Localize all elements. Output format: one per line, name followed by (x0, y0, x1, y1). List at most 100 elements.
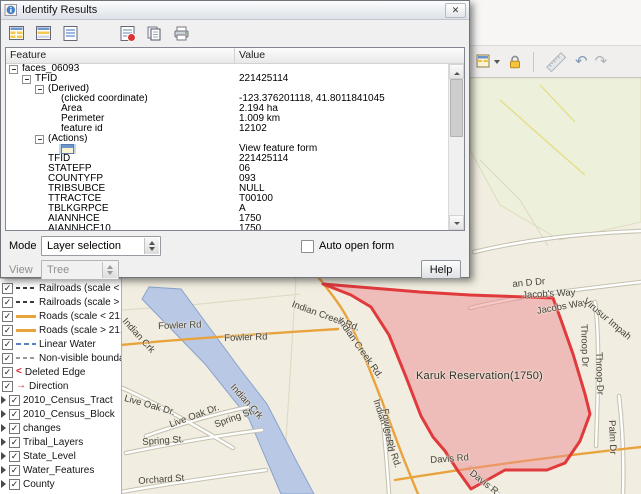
table-row[interactable]: AIANNHCE1750 (6, 214, 448, 224)
layer-checkbox[interactable]: ✓ (2, 339, 13, 350)
dialog-titlebar[interactable]: Identify Results ✕ (1, 1, 469, 20)
layer-item[interactable]: ✓Railroads (scale > 21,... (0, 295, 121, 309)
value-cell: 12102 (235, 124, 448, 134)
layer-group-item[interactable]: ✓County (0, 477, 121, 491)
expand-tree-icon[interactable] (4, 22, 28, 46)
table-row[interactable]: STATEFP06 (6, 164, 448, 174)
layer-label: Water_Features (23, 465, 94, 476)
clear-results-icon[interactable] (115, 22, 139, 46)
measure-icon[interactable] (542, 50, 570, 74)
table-row[interactable]: (clicked coordinate)-123.376201118, 41.8… (6, 94, 448, 104)
feature-text: TBLKGRPCE (48, 204, 109, 214)
combo-arrows-icon (144, 238, 159, 254)
table-row[interactable]: faces_06093 (6, 64, 448, 74)
collapse-tree-icon[interactable] (31, 22, 55, 46)
table-row[interactable]: TBLKGRPCEA (6, 204, 448, 214)
auto-open-checkbox[interactable] (301, 240, 314, 253)
layer-group-item[interactable]: ✓2010_Census_Block (0, 407, 121, 421)
table-row[interactable]: View feature form (6, 144, 448, 154)
value-cell: 1.009 km (235, 114, 448, 124)
table-row[interactable]: (Derived) (6, 84, 448, 94)
scrollbar-track[interactable] (449, 79, 464, 215)
undo-icon[interactable]: ↶ (573, 50, 590, 74)
table-row[interactable]: AIANNHCE101750 (6, 224, 448, 230)
tree-header[interactable]: Feature Value (6, 48, 464, 64)
view-select[interactable]: Tree (41, 260, 119, 280)
railroad-symbol-icon (16, 301, 36, 304)
form-action-icon[interactable] (61, 144, 74, 154)
collapse-expander-icon[interactable] (22, 75, 31, 84)
layer-group-item[interactable]: ✓Water_Features (0, 463, 121, 477)
layer-item[interactable]: ✓→Direction (0, 379, 121, 393)
collapse-expander-icon[interactable] (35, 135, 44, 144)
lock-icon[interactable] (505, 50, 525, 74)
view-label: View (9, 264, 37, 276)
scroll-down-icon[interactable] (449, 215, 464, 230)
layer-checkbox[interactable]: ✓ (2, 367, 13, 378)
dialog-toolbar (1, 20, 469, 47)
collapse-expander-icon[interactable] (35, 85, 44, 94)
expand-arrow-icon[interactable] (1, 466, 6, 474)
scroll-up-icon[interactable] (449, 64, 464, 79)
expand-arrow-icon[interactable] (1, 410, 6, 418)
print-icon[interactable] (169, 22, 193, 46)
layer-group-item[interactable]: ✓2010_Census_Tract (0, 393, 121, 407)
layer-checkbox[interactable]: ✓ (9, 479, 20, 490)
table-row[interactable]: Area2.194 ha (6, 104, 448, 114)
expand-arrow-icon[interactable] (1, 396, 6, 404)
layer-group-item[interactable]: ✓State_Level (0, 449, 121, 463)
layer-checkbox[interactable]: ✓ (2, 283, 13, 294)
scrollbar-thumb[interactable] (450, 79, 463, 137)
layer-item[interactable]: ✓Non-visible boundaries (0, 351, 121, 365)
layer-item[interactable]: ✓Linear Water (0, 337, 121, 351)
expand-arrow-icon[interactable] (1, 480, 6, 488)
deleted-edge-symbol-icon: < (16, 367, 22, 377)
mode-select[interactable]: Layer selection (41, 236, 161, 256)
redo-icon[interactable]: ↷ (593, 50, 610, 74)
collapse-expander-icon[interactable] (9, 65, 18, 74)
table-row[interactable]: Perimeter1.009 km (6, 114, 448, 124)
layer-item[interactable]: ✓Roads (scale < 21,000) (0, 309, 121, 323)
table-row[interactable]: COUNTYFP093 (6, 174, 448, 184)
table-row[interactable]: TTRACTCET00100 (6, 194, 448, 204)
layer-item[interactable]: ✓<Deleted Edge (0, 365, 121, 379)
layer-checkbox[interactable]: ✓ (2, 381, 13, 392)
layer-checkbox[interactable]: ✓ (9, 465, 20, 476)
table-row[interactable]: TRIBSUBCENULL (6, 184, 448, 194)
table-row[interactable]: feature id12102 (6, 124, 448, 134)
layer-checkbox[interactable]: ✓ (2, 297, 13, 308)
expand-arrow-icon[interactable] (1, 424, 6, 432)
layer-checkbox[interactable]: ✓ (2, 311, 13, 322)
layer-item[interactable]: ✓Railroads (scale < 21,... (0, 281, 121, 295)
identify-results-icon (4, 3, 18, 17)
layer-group-item[interactable]: ✓Tribal_Layers (0, 435, 121, 449)
layer-checkbox[interactable]: ✓ (2, 353, 13, 364)
help-button[interactable]: Help (421, 260, 461, 279)
view-value: Tree (47, 264, 69, 276)
expand-arrow-icon[interactable] (1, 452, 6, 460)
copy-feature-icon[interactable] (142, 22, 166, 46)
layer-checkbox[interactable]: ✓ (9, 409, 20, 420)
water-symbol-icon (16, 343, 36, 345)
table-row[interactable]: (Actions) (6, 134, 448, 144)
layer-checkbox[interactable]: ✓ (9, 423, 20, 434)
layer-group-item[interactable]: ✓changes (0, 421, 121, 435)
feature-cell: TRIBSUBCE (6, 184, 235, 194)
table-row[interactable]: TFID221425114 (6, 74, 448, 84)
layer-checkbox[interactable]: ✓ (9, 395, 20, 406)
layer-checkbox[interactable]: ✓ (9, 437, 20, 448)
actions-dropdown-icon[interactable] (473, 50, 502, 74)
tree-scrollbar[interactable] (448, 64, 464, 230)
layer-checkbox[interactable]: ✓ (2, 325, 13, 336)
layer-item[interactable]: ✓Roads (scale > 21,000) (0, 323, 121, 337)
feature-text: STATEFP (48, 164, 92, 174)
layer-checkbox[interactable]: ✓ (9, 451, 20, 462)
feature-cell: feature id (6, 124, 235, 134)
expand-new-results-icon[interactable] (58, 22, 82, 46)
layer-label: 2010_Census_Block (23, 409, 115, 420)
value-column-header[interactable]: Value (235, 48, 269, 63)
feature-column-header[interactable]: Feature (6, 48, 235, 63)
close-button[interactable]: ✕ (445, 3, 466, 18)
table-row[interactable]: TFID221425114 (6, 154, 448, 164)
expand-arrow-icon[interactable] (1, 438, 6, 446)
